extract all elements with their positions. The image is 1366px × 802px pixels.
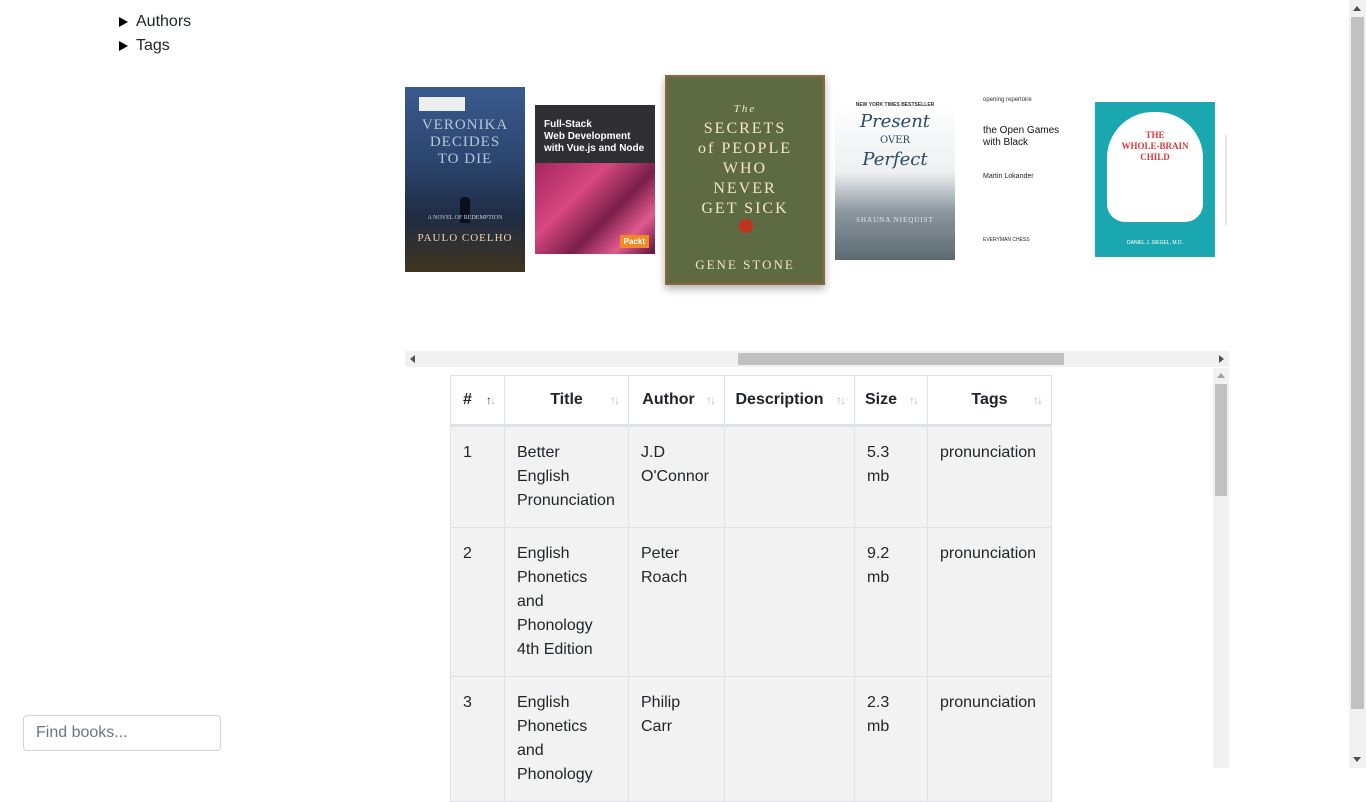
tree-item-authors[interactable]: Authors (119, 10, 191, 34)
cover-title-line: VERONIKA (421, 117, 509, 133)
cell-title: English Phonetics and Phonology 4th Edition (504, 527, 629, 677)
apple-icon (739, 219, 753, 233)
cell-number: 2 (450, 527, 505, 677)
carousel-scrollbar[interactable] (405, 351, 1229, 367)
cover-title-line: SECRETS (703, 120, 787, 137)
caret-right-icon (119, 17, 128, 27)
cover-title-line: OVER (879, 135, 911, 146)
cover-author: Martin Lokander (983, 173, 1034, 180)
cover-title-line: THE (1145, 130, 1165, 140)
cell-title: Better English Pronunciation (504, 425, 629, 528)
cover-title-line: with Black (983, 137, 1029, 148)
cell-number: 3 (450, 676, 505, 802)
book-cover[interactable]: Full-Stack Web Development with Vue.js a… (535, 105, 655, 254)
table-row[interactable]: 1 Better English Pronunciation J.D O'Conno… (450, 425, 1052, 528)
table-row[interactable]: 3 English Phonetics and Phonology Philip Car… (450, 676, 1052, 802)
cell-tags: pronunciation (927, 676, 1052, 802)
cell-tags: pronunciation (927, 425, 1052, 528)
head-silhouette (1107, 112, 1203, 222)
publisher-logo: Packt (619, 235, 649, 248)
cover-title-line: DECIDES (429, 134, 501, 150)
cover-title-line: WHO (722, 160, 768, 177)
scroll-right-arrow-icon[interactable] (1219, 355, 1224, 363)
cell-author: J.D O'Connor (628, 425, 725, 528)
column-header-number[interactable]: # ↑↓ (450, 375, 505, 427)
scroll-left-arrow-icon[interactable] (410, 355, 415, 363)
cover-title-line: NEVER (713, 180, 777, 197)
tree-item-label: Authors (136, 13, 192, 30)
cover-author: SHAUNA NIEQUIST (856, 216, 934, 224)
cover-title-line: Present (859, 111, 931, 132)
book-cover[interactable]: THE WHOLE-BRAIN CHILD DANIEL J. SIEGEL, … (1095, 102, 1215, 257)
page-scrollbar[interactable] (1349, 0, 1366, 768)
cell-author: Peter Roach (628, 527, 725, 677)
cover-title-line: with Vue.js and Node (544, 143, 645, 154)
cover-author: GENE STONE (695, 257, 795, 272)
cell-number: 1 (450, 425, 505, 528)
tree-item-tags[interactable]: Tags (119, 34, 191, 58)
search-input[interactable] (23, 715, 221, 751)
table-row[interactable]: 2 English Phonetics and Phonology 4th Editio… (450, 527, 1052, 677)
table-scrollbar[interactable] (1213, 368, 1229, 768)
cover-title-line: of PEOPLE (698, 140, 792, 157)
column-header-description[interactable]: Description ↑↓ (724, 375, 855, 427)
cover-title-line: CHILD (1140, 152, 1170, 162)
cell-size: 5.3 mb (854, 425, 928, 528)
book-cover[interactable]: NEW YORK TIMES BESTSELLER Present OVER P… (835, 100, 955, 260)
scroll-down-arrow-icon[interactable] (1353, 757, 1361, 762)
cover-author: PAULO COELHO (417, 232, 513, 244)
book-cover[interactable]: opening repertoire the Open Games with B… (965, 95, 1083, 255)
column-header-author[interactable]: Author ↑↓ (628, 375, 725, 427)
cell-description (724, 425, 855, 528)
sort-icon[interactable]: ↑↓ (706, 393, 716, 407)
caret-right-icon (119, 41, 128, 51)
scrollbar-thumb[interactable] (1351, 17, 1364, 709)
column-header-size[interactable]: Size ↑↓ (854, 375, 928, 427)
cover-header: NEW YORK TIMES BESTSELLER (855, 102, 935, 108)
cover-title-line: TO DIE (437, 151, 493, 167)
cover-title-line: Perfect (862, 149, 928, 170)
cover-title-line: WHOLE-BRAIN (1121, 141, 1189, 151)
column-header-title[interactable]: Title ↑↓ (504, 375, 629, 427)
sidebar-tree: Authors Tags (119, 10, 191, 58)
cell-author: Philip Carr (628, 676, 725, 802)
cover-title-line: the Open Games (983, 125, 1060, 136)
next-book-edge (1225, 135, 1227, 225)
cover-title-line: GET SICK (701, 200, 789, 217)
scroll-up-arrow-icon[interactable] (1353, 6, 1361, 11)
book-cover-selected[interactable]: The SECRETS of PEOPLE WHO NEVER GET SICK… (665, 75, 825, 285)
books-table: # ↑↓ Title ↑↓ Author ↑↓ Description ↑↓ S… (450, 375, 1052, 802)
tree-item-label: Tags (136, 37, 170, 54)
book-cover[interactable]: VERONIKA DECIDES TO DIE A NOVEL OF REDEM… (405, 87, 525, 272)
column-header-tags[interactable]: Tags ↑↓ (927, 375, 1052, 427)
sort-icon[interactable]: ↑↓ (486, 393, 496, 407)
cell-size: 9.2 mb (854, 527, 928, 677)
scrollbar-thumb[interactable] (738, 353, 1064, 365)
cover-title-line: Web Development (544, 131, 631, 142)
cell-title: English Phonetics and Phonology (504, 676, 629, 802)
scrollbar-thumb[interactable] (1215, 384, 1227, 496)
cell-tags: pronunciation (927, 527, 1052, 677)
table-header-row: # ↑↓ Title ↑↓ Author ↑↓ Description ↑↓ S… (450, 375, 1052, 427)
cover-title-line: The (733, 103, 757, 115)
sort-icon[interactable]: ↑↓ (909, 393, 919, 407)
cell-description (724, 676, 855, 802)
sort-icon[interactable]: ↑↓ (1033, 393, 1043, 407)
cover-publisher: EVERYMAN CHESS (983, 237, 1030, 243)
cover-title-line: Full-Stack (544, 119, 592, 130)
cell-description (724, 527, 855, 677)
sort-icon[interactable]: ↑↓ (610, 393, 620, 407)
cover-subtitle: A NOVEL OF REDEMPTION (427, 215, 503, 221)
barcode-icon (419, 97, 465, 111)
scroll-up-arrow-icon[interactable] (1217, 373, 1225, 378)
cell-size: 2.3 mb (854, 676, 928, 802)
cover-author: DANIEL J. SIEGEL, M.D. (1127, 240, 1183, 246)
cover-header: opening repertoire (983, 97, 1032, 103)
sort-icon[interactable]: ↑↓ (836, 393, 846, 407)
